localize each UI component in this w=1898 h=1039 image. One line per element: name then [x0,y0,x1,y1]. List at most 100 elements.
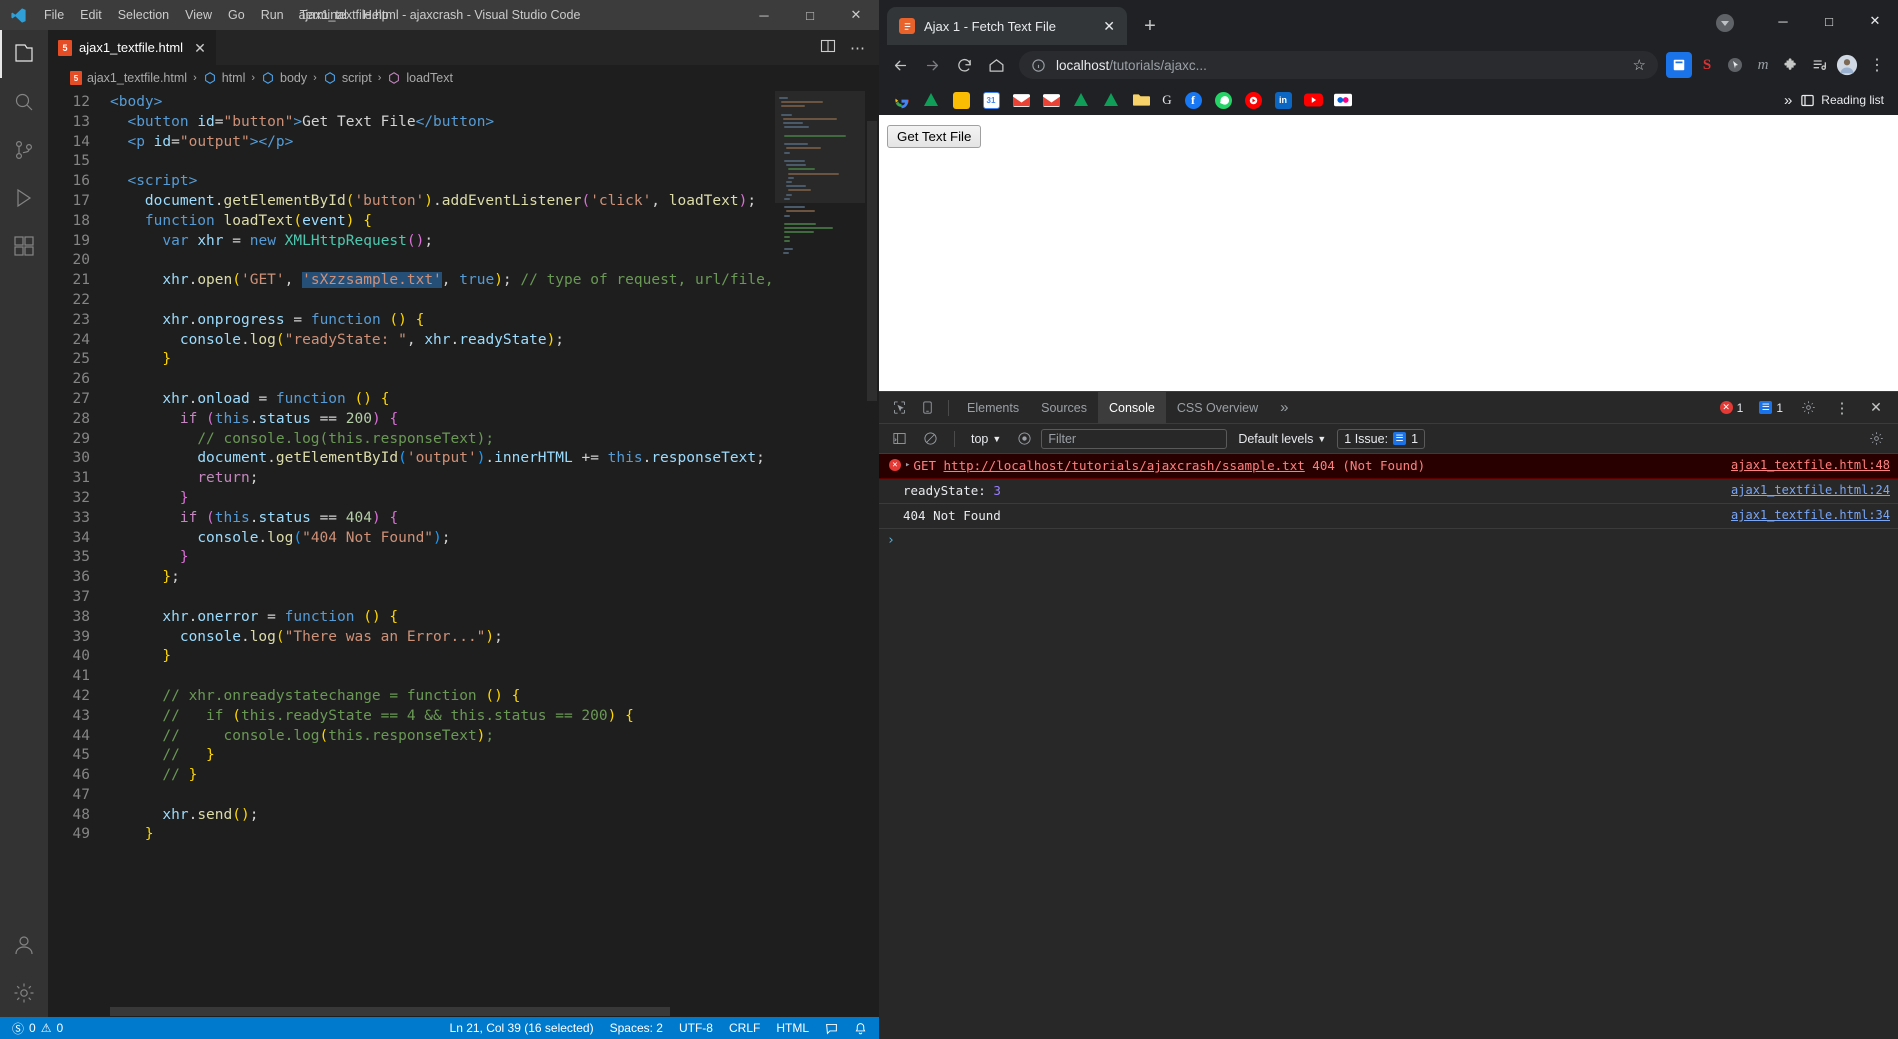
console-sidebar-icon[interactable] [885,426,913,452]
error-url[interactable]: http://localhost/tutorials/ajaxcrash/ssa… [944,458,1305,473]
editor-vertical-scrollbar[interactable] [865,91,879,1017]
device-toolbar-icon[interactable] [913,395,941,421]
devtools-close-icon[interactable]: ✕ [1862,395,1890,421]
bookmark-star-icon[interactable]: ☆ [1633,56,1646,74]
status-notifications-bell-icon[interactable] [846,1017,875,1039]
get-text-file-button[interactable]: Get Text File [887,125,982,148]
console-context-selector[interactable]: top ▼ [965,432,1007,446]
live-expression-eye-icon[interactable] [1010,426,1038,452]
status-encoding[interactable]: UTF-8 [671,1017,721,1039]
scrollbar-thumb[interactable] [867,121,877,401]
bookmark-facebook[interactable]: f [1179,88,1207,112]
code-content[interactable]: <body> <button id="button">Get Text File… [110,91,775,1017]
chrome-menu-icon[interactable]: ⋮ [1862,50,1892,80]
bookmark-whatsapp[interactable] [1209,88,1237,112]
puzzle-extension-icon[interactable] [1778,52,1804,78]
page-info-icon[interactable] [1031,58,1046,73]
chrome-maximize-button[interactable]: □ [1806,0,1852,42]
devtools-settings-gear-icon[interactable] [1794,395,1822,421]
editor-tab-close-icon[interactable]: ✕ [194,41,206,55]
console-message-log[interactable]: 404 Not Found ajax1_textfile.html:34 [879,504,1898,529]
status-indentation[interactable]: Spaces: 2 [602,1017,671,1039]
m-extension-icon[interactable]: m [1750,52,1776,78]
split-editor-icon[interactable] [820,38,836,58]
menu-edit[interactable]: Edit [72,0,110,30]
web-page-viewport[interactable]: Get Text File [879,115,1898,391]
console-message-source[interactable]: ajax1_textfile.html:48 [1731,457,1890,472]
breadcrumb-file[interactable]: 5 ajax1_textfile.html [70,71,187,85]
vscode-maximize-button[interactable]: □ [787,0,833,30]
chrome-tab-ajax1[interactable]: Ajax 1 - Fetch Text File ✕ [887,7,1127,45]
back-icon[interactable] [885,50,915,80]
activity-extensions[interactable] [0,222,48,270]
bookmark-drive-1[interactable] [1067,88,1095,112]
extension-blue-icon[interactable] [1666,52,1692,78]
editor-tab-ajax1-textfile[interactable]: 5 ajax1_textfile.html ✕ [48,30,217,65]
bookmark-drive-2[interactable] [1097,88,1125,112]
activity-accounts[interactable] [0,921,48,969]
bookmark-gmail-1[interactable] [1007,88,1035,112]
console-issues-button[interactable]: 1 Issue: ☰ 1 [1337,428,1426,449]
console-log-levels-selector[interactable]: Default levels ▼ [1230,432,1334,446]
clear-console-icon[interactable] [916,426,944,452]
sophos-extension-icon[interactable]: S [1694,52,1720,78]
devtools-tab-console[interactable]: Console [1097,391,1166,424]
console-message-log[interactable]: readyState: 3 ajax1_textfile.html:24 [879,479,1898,504]
devtools-tabs-overflow[interactable]: » [1269,392,1299,424]
menu-help[interactable]: Help [355,0,397,30]
breadcrumb-html[interactable]: html [203,71,245,85]
breadcrumb-script[interactable]: script [323,71,372,85]
new-tab-button[interactable]: + [1133,9,1167,43]
menu-view[interactable]: View [177,0,220,30]
address-bar[interactable]: localhost/tutorials/ajaxc... ☆ [1019,51,1658,79]
devtools-tab-css-overview[interactable]: CSS Overview [1166,392,1269,424]
console-message-source[interactable]: ajax1_textfile.html:34 [1731,507,1890,522]
inspect-element-icon[interactable] [885,395,913,421]
activity-settings[interactable] [0,969,48,1017]
devtools-error-badge[interactable]: ✕ 1 [1715,400,1749,416]
status-cursor-position[interactable]: Ln 21, Col 39 (16 selected) [442,1017,602,1039]
activity-explorer[interactable] [0,30,48,78]
vscode-close-button[interactable]: ✕ [833,0,879,30]
status-problems[interactable]: Ⓢ 0 ⚠ 0 [4,1017,71,1039]
breadcrumb-loadtext[interactable]: loadText [387,71,453,85]
menu-go[interactable]: Go [220,0,253,30]
chrome-close-button[interactable]: ✕ [1852,0,1898,42]
code-editor[interactable]: 12 13 14 15 16 17 18 19 20 21 22 23 24 25 26 27 28 29 30 31… [48,91,879,1017]
console-settings-gear-icon[interactable] [1862,426,1890,452]
bookmark-youtube[interactable] [1299,88,1327,112]
status-eol[interactable]: CRLF [721,1017,768,1039]
bookmark-keep[interactable] [947,88,975,112]
reading-list-button[interactable]: Reading list [1800,93,1884,108]
cursor-extension-icon[interactable] [1722,52,1748,78]
devtools-tab-sources[interactable]: Sources [1030,392,1098,424]
reload-icon[interactable] [949,50,979,80]
console-message-source[interactable]: ajax1_textfile.html:24 [1731,482,1890,497]
devtools-message-badge[interactable]: ☰ 1 [1754,400,1788,416]
activity-run-debug[interactable] [0,174,48,222]
bookmark-folder[interactable] [1127,88,1155,112]
code-scroll-area[interactable]: 12 13 14 15 16 17 18 19 20 21 22 23 24 25 26 27 28 29 30 31… [48,91,775,1017]
bookmark-flickr[interactable] [1329,88,1357,112]
bookmark-calendar[interactable]: 31 [977,88,1005,112]
hscrollbar-thumb[interactable] [110,1007,670,1016]
editor-more-actions-icon[interactable]: ⋯ [850,39,865,57]
bookmark-google-g[interactable]: G [1157,88,1177,112]
forward-icon[interactable] [917,50,947,80]
status-feedback-icon[interactable] [817,1017,846,1039]
devtools-more-options-icon[interactable]: ⋮ [1828,395,1856,421]
console-prompt[interactable]: › [879,529,1898,552]
bookmark-green-pin[interactable] [917,88,945,112]
menu-terminal[interactable]: Terminal [292,0,355,30]
console-filter-input[interactable]: Filter [1041,428,1228,449]
bookmark-gmail-2[interactable] [1037,88,1065,112]
console-message-error[interactable]: ✕ ▸ GET http://localhost/tutorials/ajaxc… [879,454,1898,479]
breadcrumb-body[interactable]: body [261,71,307,85]
bookmark-google[interactable] [887,88,915,112]
menu-run[interactable]: Run [253,0,292,30]
home-icon[interactable] [981,50,1011,80]
chrome-tab-close-icon[interactable]: ✕ [1103,19,1115,33]
expand-arrow-icon[interactable]: ▸ [903,457,913,470]
menu-file[interactable]: File [36,0,72,30]
devtools-tab-elements[interactable]: Elements [956,392,1030,424]
